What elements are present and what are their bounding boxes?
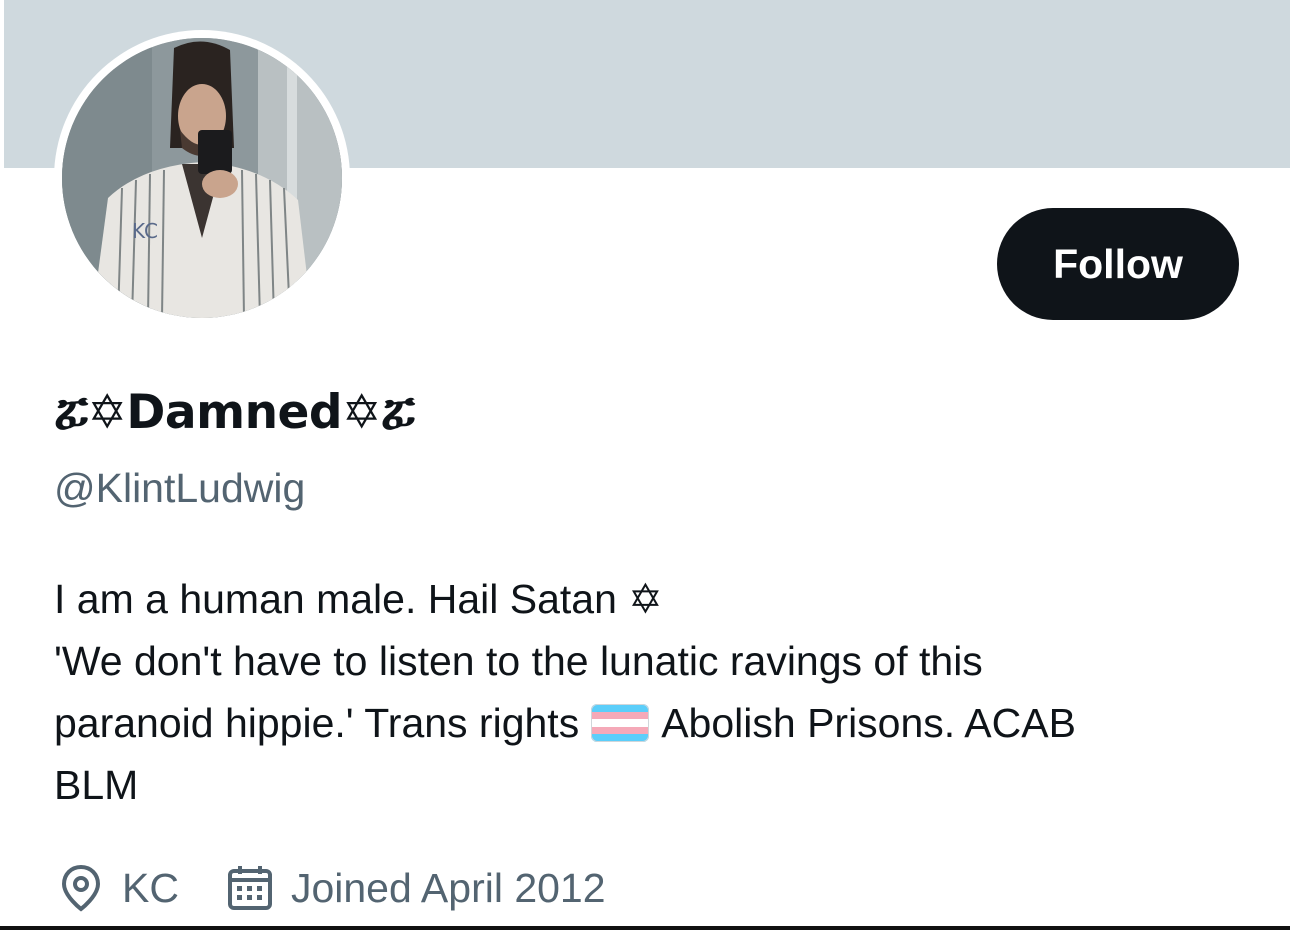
location-pin-icon [61,864,101,912]
follow-button[interactable]: Follow [997,208,1239,320]
location-item: KC [56,863,179,913]
location-text: KC [122,864,179,911]
transgender-flag-icon [591,704,650,743]
bio-line: BLM [54,762,139,808]
joined-text: Joined April 2012 [290,864,606,911]
bio-line: I am a human male. Hail Satan ✡ [54,576,663,622]
profile-bio: I am a human male. Hail Satan ✡ 'We don'… [54,568,1254,816]
bio-line: 'We don't have to listen to the lunatic … [54,638,983,684]
avatar-photo: KC [62,38,342,318]
avatar[interactable]: KC [62,38,342,318]
profile-meta: KC Joined April 2012 [56,858,606,918]
bio-line: paranoid hippie.' Trans rights Abolish P… [54,692,1254,754]
bio-text: paranoid hippie.' Trans rights [54,700,580,746]
divider [0,926,1290,930]
joined-item: Joined April 2012 [225,863,606,913]
user-handle: @KlintLudwig [54,465,306,511]
display-name: ፚ✡Damned✡ፚ [54,385,415,440]
bio-text: Abolish Prisons. ACAB [661,700,1076,746]
svg-text:KC: KC [132,219,158,243]
calendar-icon [227,866,272,910]
